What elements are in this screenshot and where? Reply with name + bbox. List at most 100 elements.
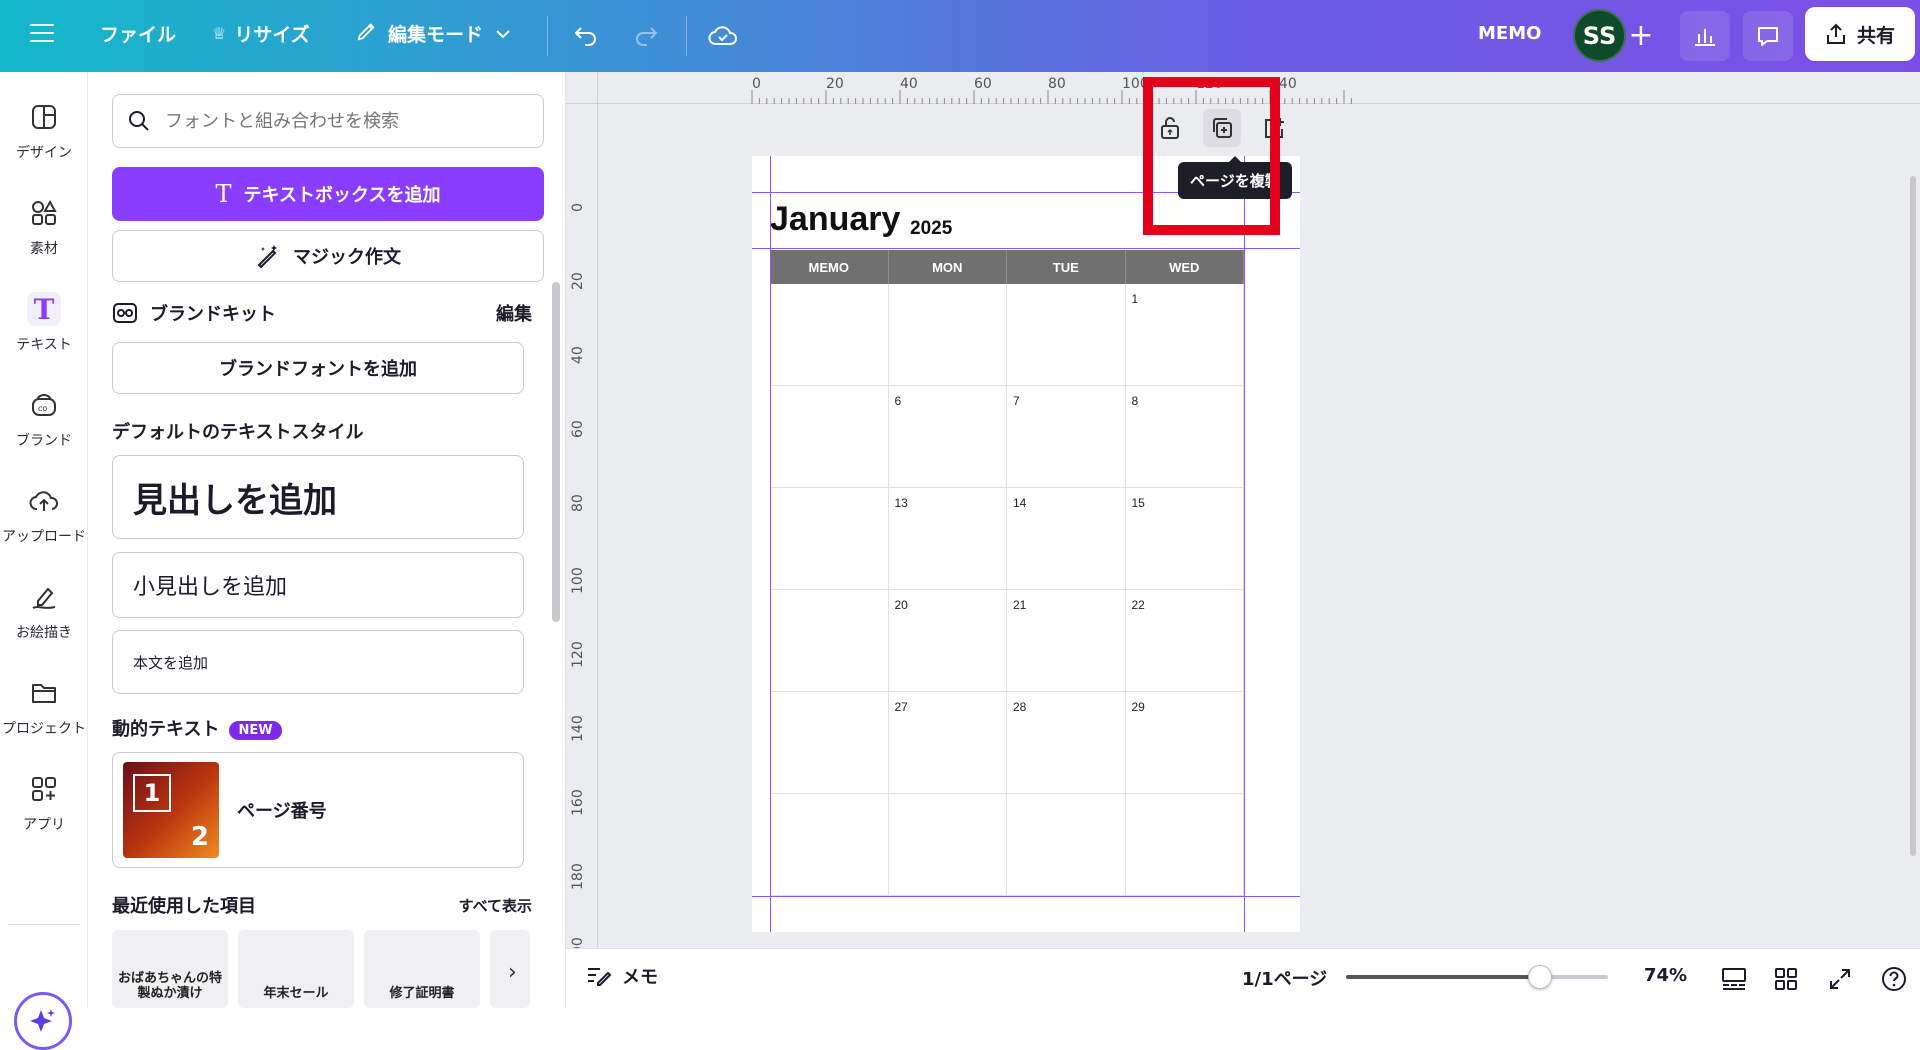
calendar-grid[interactable]: MEMO MON TUE WED 1 6 7 8 13 14 15 20 21 …	[770, 250, 1244, 896]
magic-write-label: マジック作文	[293, 247, 401, 268]
page-number-thumb-2: 2	[190, 822, 209, 852]
fullscreen-button[interactable]	[1822, 961, 1858, 997]
add-textbox-button[interactable]: T テキストボックスを追加	[112, 167, 544, 221]
rail-label: テキスト	[16, 337, 72, 353]
top-bar: ファイル ♕ リサイズ 編集モード MEMO SS + 共有	[0, 0, 1920, 72]
edit-mode-label: 編集モード	[388, 24, 484, 46]
calendar-cell: 28	[1007, 692, 1126, 793]
undo-icon[interactable]	[568, 18, 604, 54]
rail-item-projects[interactable]: プロジェクト	[0, 676, 88, 738]
upload-icon	[27, 484, 61, 518]
document-title[interactable]: MEMO	[1478, 23, 1541, 44]
brand-kit-edit-link[interactable]: 編集	[496, 300, 532, 326]
rail-item-draw[interactable]: お絵描き	[0, 580, 88, 642]
page-number-card[interactable]: 1 2 ページ番号	[112, 752, 524, 868]
calendar-row: 27 28 29	[770, 692, 1244, 794]
font-search[interactable]	[112, 94, 544, 148]
help-button[interactable]	[1876, 961, 1912, 997]
add-body-text-button[interactable]: 本文を追加	[112, 630, 524, 694]
calendar-header-row: MEMO MON TUE WED	[770, 250, 1244, 284]
recent-thumb[interactable]: 年末セール	[238, 930, 354, 1008]
highlight-annotation	[1143, 77, 1280, 235]
calendar-month[interactable]: January	[770, 200, 900, 239]
add-collaborator-button[interactable]: +	[1620, 14, 1662, 56]
text-t-icon: T	[215, 180, 232, 208]
resize-button[interactable]: ♕ リサイズ	[212, 20, 310, 47]
search-icon	[129, 111, 149, 131]
ruler-tick-label: 0	[752, 76, 761, 92]
calendar-year[interactable]: 2025	[910, 218, 952, 240]
grid-view-button[interactable]	[1768, 961, 1804, 997]
magic-wand-icon	[257, 245, 277, 269]
calendar-cell	[889, 794, 1007, 895]
calendar-cell	[770, 692, 889, 793]
calendar-row: 1	[770, 284, 1244, 386]
rail-item-brand[interactable]: co ブランド	[0, 388, 88, 450]
cloud-saved-icon[interactable]	[705, 18, 741, 54]
insights-button[interactable]	[1680, 11, 1730, 61]
file-menu[interactable]: ファイル	[100, 20, 176, 47]
default-styles-title: デフォルトのテキストスタイル	[112, 422, 364, 443]
recent-thumb-label: 修了証明書	[389, 986, 455, 1002]
canvas-scrollbar[interactable]	[1910, 176, 1916, 856]
chevron-down-icon	[495, 23, 511, 45]
calendar-cell: 20	[889, 590, 1007, 691]
avatar[interactable]: SS	[1573, 9, 1626, 62]
calendar-cell	[1126, 794, 1244, 895]
sparkle-icon	[30, 1009, 55, 1032]
rail-label: 素材	[30, 241, 58, 257]
grid-view-icon	[1775, 968, 1797, 990]
search-input[interactable]	[165, 110, 525, 132]
add-heading-button[interactable]: 見出しを追加	[112, 455, 524, 539]
notes-label: メモ	[622, 967, 658, 988]
rail-item-text[interactable]: T テキスト	[0, 292, 88, 354]
magic-assistant-button[interactable]	[14, 992, 72, 1050]
resize-label: リサイズ	[234, 24, 310, 46]
calendar-cell: 27	[889, 692, 1007, 793]
zoom-slider[interactable]	[1346, 965, 1608, 989]
ruler-tick-label: 0	[570, 203, 586, 212]
edit-mode-dropdown[interactable]: 編集モード	[356, 20, 511, 47]
calendar-header-cell: MON	[889, 250, 1007, 284]
rail-item-design[interactable]: デザイン	[0, 100, 88, 162]
add-brand-font-button[interactable]: ブランドフォントを追加	[112, 342, 524, 394]
calendar-cell	[770, 590, 889, 691]
calendar-header-cell: WED	[1126, 250, 1244, 284]
zoom-level[interactable]: 74%	[1644, 965, 1687, 986]
dynamic-text-title: 動的テキスト NEW	[112, 715, 282, 741]
recent-thumb-label: 年末セール	[263, 986, 329, 1002]
redo-icon[interactable]	[628, 18, 664, 54]
share-button[interactable]: 共有	[1805, 7, 1915, 61]
design-page[interactable]: January 2025 MEMO MON TUE WED 1 6 7 8 13…	[752, 156, 1300, 932]
add-subheading-button[interactable]: 小見出しを追加	[112, 552, 524, 618]
recent-thumb[interactable]: 修了証明書	[364, 930, 480, 1008]
rail-item-upload[interactable]: アップロード	[0, 484, 88, 546]
ruler-tick-label: 20	[826, 76, 844, 92]
menu-icon[interactable]	[30, 24, 54, 44]
see-all-link[interactable]: すべて表示	[459, 895, 532, 916]
ruler-tick-label: 120	[570, 641, 586, 668]
ruler-tick-label: 200	[570, 937, 586, 948]
rail-label: アップロード	[2, 529, 86, 545]
notes-button[interactable]: メモ	[586, 963, 658, 989]
toolbar-divider	[686, 16, 687, 56]
apps-icon	[27, 772, 61, 806]
magic-write-button[interactable]: マジック作文	[112, 230, 544, 282]
recent-thumb[interactable]: おばあちゃんの特製ぬか漬け	[112, 930, 228, 1008]
calendar-cell	[1007, 284, 1126, 385]
zoom-slider-handle[interactable]	[1528, 965, 1552, 989]
rail-item-apps[interactable]: アプリ	[0, 772, 88, 834]
page-view-icon	[1722, 968, 1746, 990]
page-view-button[interactable]	[1716, 961, 1752, 997]
chevron-right-icon[interactable]: ›	[508, 960, 517, 985]
rail-item-elements[interactable]: 素材	[0, 196, 88, 258]
page-count[interactable]: 1/1ページ	[1242, 965, 1327, 991]
brand-icon: co	[27, 388, 61, 422]
text-icon: T	[27, 292, 61, 326]
calendar-cell: 21	[1007, 590, 1126, 691]
ruler-corner	[566, 72, 598, 104]
help-icon	[1882, 967, 1906, 991]
design-icon	[27, 100, 61, 134]
panel-scrollbar[interactable]	[552, 282, 560, 622]
comments-button[interactable]	[1743, 11, 1793, 61]
